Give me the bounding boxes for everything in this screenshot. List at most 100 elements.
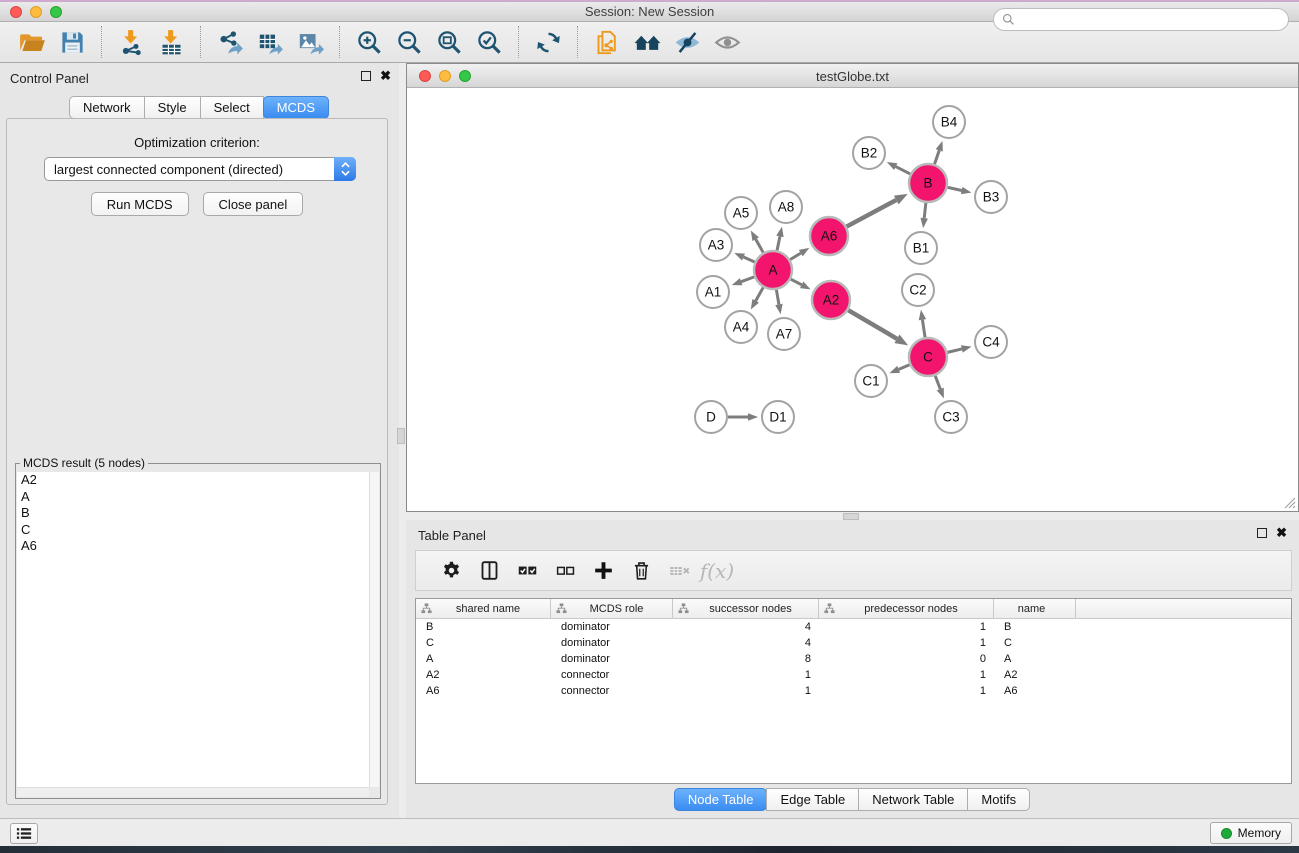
import-table-icon[interactable] bbox=[151, 24, 191, 60]
network-file-icon[interactable] bbox=[587, 24, 627, 60]
edge-A-A7[interactable] bbox=[776, 290, 779, 305]
tab-edge-table[interactable]: Edge Table bbox=[766, 788, 859, 811]
close-panel-button[interactable]: Close panel bbox=[203, 192, 304, 216]
resize-grip-icon[interactable] bbox=[1283, 496, 1296, 509]
column-icon[interactable] bbox=[470, 554, 508, 588]
memory-button[interactable]: Memory bbox=[1210, 822, 1292, 844]
cell-name[interactable]: C bbox=[994, 635, 1076, 651]
network-graph[interactable]: AA1A2A3A4A5A6A7A8BB1B2B3B4CC1C2C3C4DD1 bbox=[407, 88, 1298, 511]
table-row[interactable]: Cdominator41C bbox=[416, 635, 1291, 651]
cell-successor-nodes[interactable]: 4 bbox=[673, 619, 819, 635]
cell-predecessor-nodes[interactable]: 1 bbox=[819, 667, 994, 683]
float-panel-icon[interactable] bbox=[361, 71, 371, 81]
export-network-icon[interactable] bbox=[210, 24, 250, 60]
cell-successor-nodes[interactable]: 1 bbox=[673, 683, 819, 699]
search-box[interactable] bbox=[993, 8, 1289, 31]
edge-B-B1[interactable] bbox=[924, 203, 926, 218]
table-header-row[interactable]: shared nameMCDS rolesuccessor nodesprede… bbox=[416, 599, 1291, 619]
edge-A-A5[interactable] bbox=[756, 239, 764, 252]
cell-name[interactable]: A6 bbox=[994, 683, 1076, 699]
edge-A6-B[interactable] bbox=[847, 200, 897, 227]
zoom-out-icon[interactable] bbox=[389, 24, 429, 60]
cell-shared-name[interactable]: C bbox=[416, 635, 551, 651]
export-table-icon[interactable] bbox=[250, 24, 290, 60]
close-table-panel-icon[interactable]: ✖ bbox=[1276, 527, 1287, 539]
edge-A2-C[interactable] bbox=[848, 310, 897, 339]
edge-C-C2[interactable] bbox=[922, 320, 925, 338]
edge-A-A2[interactable] bbox=[791, 279, 802, 285]
edge-A-A4[interactable] bbox=[756, 287, 764, 300]
cell-predecessor-nodes[interactable]: 1 bbox=[819, 683, 994, 699]
table-settings-gear-icon[interactable] bbox=[432, 554, 470, 588]
task-history-button[interactable] bbox=[10, 823, 38, 844]
criterion-dropdown[interactable]: largest connected component (directed) bbox=[44, 157, 356, 181]
zoom-in-icon[interactable] bbox=[349, 24, 389, 60]
cell-name[interactable]: A bbox=[994, 651, 1076, 667]
mcds-result-list[interactable]: A2ABCA6 bbox=[17, 472, 369, 787]
save-session-icon[interactable] bbox=[52, 24, 92, 60]
edge-C-C4[interactable] bbox=[947, 349, 961, 352]
search-input[interactable] bbox=[1015, 11, 1288, 29]
mcds-result-item[interactable]: A bbox=[17, 489, 369, 506]
tab-select[interactable]: Select bbox=[200, 96, 264, 119]
network-window-titlebar[interactable]: testGlobe.txt bbox=[407, 64, 1298, 88]
show-eye-icon[interactable] bbox=[707, 24, 747, 60]
hide-eye-icon[interactable] bbox=[667, 24, 707, 60]
table-row[interactable]: A6connector11A6 bbox=[416, 683, 1291, 699]
horizontal-scrollbar[interactable] bbox=[17, 787, 369, 797]
cell-shared-name[interactable]: A bbox=[416, 651, 551, 667]
cell-mcds-role[interactable]: connector bbox=[551, 683, 673, 699]
open-file-icon[interactable] bbox=[12, 24, 52, 60]
zoom-fit-icon[interactable] bbox=[429, 24, 469, 60]
table-row[interactable]: A2connector11A2 bbox=[416, 667, 1291, 683]
run-mcds-button[interactable]: Run MCDS bbox=[91, 192, 189, 216]
tab-network[interactable]: Network bbox=[69, 96, 145, 119]
delete-icon[interactable] bbox=[622, 554, 660, 588]
cell-name[interactable]: A2 bbox=[994, 667, 1076, 683]
import-network-icon[interactable] bbox=[111, 24, 151, 60]
edge-A-A3[interactable] bbox=[743, 257, 754, 262]
dropdown-stepper-icon[interactable] bbox=[334, 157, 356, 181]
zoom-selected-icon[interactable] bbox=[469, 24, 509, 60]
horizontal-splitter-handle[interactable] bbox=[843, 513, 859, 520]
double-home-icon[interactable] bbox=[627, 24, 667, 60]
tab-mcds[interactable]: MCDS bbox=[263, 96, 329, 119]
table-row[interactable]: Adominator80A bbox=[416, 651, 1291, 667]
select-all-rows-icon[interactable] bbox=[508, 554, 546, 588]
cell-predecessor-nodes[interactable]: 1 bbox=[819, 635, 994, 651]
cell-successor-nodes[interactable]: 4 bbox=[673, 635, 819, 651]
column-header-successor-nodes[interactable]: successor nodes bbox=[673, 599, 819, 618]
edge-B-B4[interactable] bbox=[935, 150, 940, 164]
edge-B-B3[interactable] bbox=[948, 187, 962, 190]
float-table-panel-icon[interactable] bbox=[1257, 528, 1267, 538]
cell-predecessor-nodes[interactable]: 1 bbox=[819, 619, 994, 635]
edge-A-A6[interactable] bbox=[790, 253, 801, 259]
edge-A-A1[interactable] bbox=[741, 277, 754, 282]
cell-shared-name[interactable]: B bbox=[416, 619, 551, 635]
cell-mcds-role[interactable]: connector bbox=[551, 667, 673, 683]
cell-successor-nodes[interactable]: 1 bbox=[673, 667, 819, 683]
mcds-result-item[interactable]: C bbox=[17, 522, 369, 539]
column-header-predecessor-nodes[interactable]: predecessor nodes bbox=[819, 599, 994, 618]
edge-A-A8[interactable] bbox=[777, 236, 780, 250]
mcds-result-item[interactable]: B bbox=[17, 505, 369, 522]
cell-shared-name[interactable]: A2 bbox=[416, 667, 551, 683]
cell-name[interactable]: B bbox=[994, 619, 1076, 635]
cell-mcds-role[interactable]: dominator bbox=[551, 651, 673, 667]
cell-predecessor-nodes[interactable]: 0 bbox=[819, 651, 994, 667]
deselect-all-rows-icon[interactable] bbox=[546, 554, 584, 588]
mcds-result-item[interactable]: A2 bbox=[17, 472, 369, 489]
edge-C-C3[interactable] bbox=[935, 376, 940, 389]
tab-node-table[interactable]: Node Table bbox=[674, 788, 768, 811]
cell-mcds-role[interactable]: dominator bbox=[551, 619, 673, 635]
table-row[interactable]: Bdominator41B bbox=[416, 619, 1291, 635]
edge-B-B2[interactable] bbox=[896, 167, 910, 174]
mcds-result-item[interactable]: A6 bbox=[17, 538, 369, 555]
column-header-name[interactable]: name bbox=[994, 599, 1076, 618]
export-image-icon[interactable] bbox=[290, 24, 330, 60]
edge-C-C1[interactable] bbox=[899, 365, 910, 370]
vertical-splitter-handle[interactable] bbox=[397, 428, 405, 444]
column-header-shared-name[interactable]: shared name bbox=[416, 599, 551, 618]
tab-motifs[interactable]: Motifs bbox=[967, 788, 1030, 811]
column-header-mcds-role[interactable]: MCDS role bbox=[551, 599, 673, 618]
